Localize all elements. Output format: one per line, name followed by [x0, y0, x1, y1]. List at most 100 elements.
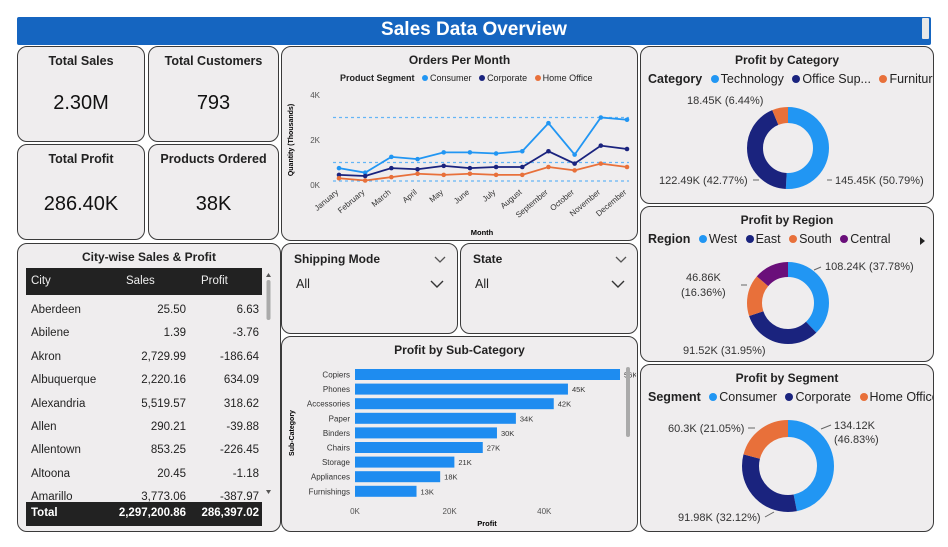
bar-value-label: 45K [572, 385, 585, 394]
dropdown-chevron-icon[interactable] [430, 280, 444, 289]
data-point-consumer[interactable] [415, 156, 420, 162]
data-point-consumer[interactable] [336, 165, 342, 171]
subcategory-bar-chart: Copiers56KPhones45KAccessories42KPaper34… [289, 367, 636, 528]
y-axis-title: Quantity (Thousands) [288, 104, 295, 176]
bar[interactable] [355, 442, 483, 453]
category-label: Accessories [307, 400, 350, 409]
sales-cell: 5,519.57 [141, 397, 186, 410]
slicer-value[interactable]: All [296, 277, 310, 291]
category-label: Phones [323, 385, 350, 394]
city-table-title: City-wise Sales & Profit [81, 250, 217, 264]
data-point-home-office[interactable] [467, 171, 473, 177]
data-point-corporate[interactable] [572, 161, 577, 166]
total-label: Total [31, 507, 58, 519]
data-label: 60.3K (21.05%) [668, 423, 744, 435]
data-label: 145.45K (50.79%) [835, 175, 924, 187]
bar[interactable] [355, 485, 417, 497]
chart-scroll-thumb[interactable] [626, 367, 630, 437]
data-point-home-office[interactable] [572, 168, 577, 173]
y-axis-title: Sub-Category [289, 410, 296, 456]
data-point-consumer[interactable] [441, 150, 447, 155]
data-point-home-office[interactable] [336, 175, 342, 181]
shipping-mode-slicer[interactable]: Shipping Mode All [281, 243, 458, 334]
table-total-row: Total 2,297,200.86 286,397.02 [26, 502, 262, 526]
sales-cell: 25.50 [157, 304, 186, 316]
data-label: 46.86K [686, 272, 722, 284]
data-label: 134.12K [834, 420, 876, 432]
data-point-home-office[interactable] [389, 174, 394, 180]
bar[interactable] [355, 383, 568, 395]
bar[interactable] [355, 412, 516, 424]
bar[interactable] [355, 456, 455, 468]
data-point-corporate[interactable] [546, 148, 551, 154]
state-slicer[interactable]: State All [460, 243, 638, 334]
table-row[interactable]: Albuquerque 2,220.16 634.09 [26, 369, 262, 392]
data-point-consumer[interactable] [493, 151, 499, 156]
data-point-corporate[interactable] [519, 164, 525, 170]
data-point-home-office[interactable] [362, 178, 368, 183]
data-point-corporate[interactable] [467, 165, 473, 171]
table-row[interactable]: Allentown 853.25 -226.45 [26, 439, 262, 462]
kpi-value: 38K [195, 193, 232, 215]
data-point-corporate[interactable] [441, 163, 447, 169]
data-point-consumer[interactable] [572, 152, 577, 157]
data-point-corporate[interactable] [415, 166, 420, 172]
bar-value-label: 13K [421, 487, 434, 496]
series-line-corporate[interactable] [338, 144, 628, 177]
table-row[interactable]: Aberdeen 25.50 6.63 [26, 299, 262, 322]
x-tick-label: May [428, 188, 445, 205]
sales-cell: 290.21 [150, 421, 186, 433]
data-point-home-office[interactable] [415, 171, 420, 177]
data-point-corporate[interactable] [493, 164, 499, 170]
slicer-value[interactable]: All [475, 277, 489, 291]
sales-cell: 20.45 [157, 467, 186, 480]
category-donut-chart: 145.45K (50.79%) 122.49K (42.77%) 18.45K (… [659, 95, 924, 189]
table-row[interactable]: Abilene 1.39 -3.76 [26, 322, 262, 345]
data-label: (46.83%) [834, 434, 879, 446]
data-point-home-office[interactable] [624, 164, 630, 170]
data-point-home-office[interactable] [546, 164, 551, 170]
bar[interactable] [355, 369, 620, 380]
column-header-profit[interactable]: Profit [201, 275, 228, 287]
data-point-home-office[interactable] [519, 172, 525, 178]
bar[interactable] [355, 427, 497, 439]
bar-value-label: 30K [501, 429, 514, 438]
profit-cell: -1.18 [232, 467, 259, 480]
y-tick-label: 4K [310, 91, 320, 100]
banner-scroll-handle[interactable] [922, 18, 929, 39]
bar[interactable] [355, 471, 441, 483]
series-line-home-office[interactable] [338, 162, 628, 182]
data-point-corporate[interactable] [598, 143, 604, 148]
data-point-consumer[interactable] [389, 154, 394, 160]
data-point-corporate[interactable] [624, 146, 630, 152]
city-cell: Akron [31, 350, 62, 363]
bar-value-label: 27K [487, 444, 500, 453]
table-row[interactable]: Alexandria 5,519.57 318.62 [26, 393, 262, 416]
column-header-city[interactable]: City [31, 275, 51, 287]
data-point-consumer[interactable] [546, 120, 551, 126]
x-tick-label: February [336, 188, 366, 215]
data-point-home-office[interactable] [598, 161, 604, 166]
dropdown-chevron-icon[interactable] [611, 280, 625, 289]
table-row[interactable]: Altoona 20.45 -1.18 [26, 463, 262, 486]
data-point-home-office[interactable] [493, 172, 499, 178]
profit-by-segment-card: Profit by Segment Segment Consumer Corpo… [640, 364, 934, 532]
chevron-down-icon[interactable] [615, 256, 627, 264]
table-row[interactable]: Akron 2,729.99 -186.64 [26, 346, 262, 369]
data-point-consumer[interactable] [519, 148, 525, 154]
data-point-consumer[interactable] [624, 117, 630, 123]
bar[interactable] [355, 398, 554, 410]
column-header-sales[interactable]: Sales [126, 275, 155, 287]
series-line-consumer[interactable] [338, 116, 628, 174]
category-label: Copiers [322, 371, 350, 380]
table-scrollbar[interactable] [265, 268, 272, 499]
data-point-home-office[interactable] [441, 172, 447, 178]
data-point-consumer[interactable] [467, 150, 473, 155]
chevron-down-icon[interactable] [434, 256, 446, 264]
table-row[interactable]: Allen 290.21 -39.88 [26, 416, 262, 439]
bar-value-label: 42K [558, 400, 571, 409]
data-point-consumer[interactable] [598, 115, 604, 120]
data-point-corporate[interactable] [389, 165, 394, 171]
data-point-corporate[interactable] [362, 173, 368, 179]
bar-value-label: 34K [520, 414, 533, 423]
